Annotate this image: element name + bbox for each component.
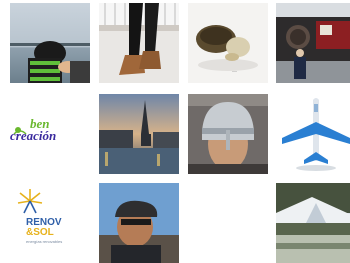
photo-man-silver-helmet-image [188, 94, 268, 174]
photo-boots-on-bench[interactable] [99, 3, 179, 83]
svg-text:—: — [232, 69, 237, 75]
photo-man-silver-helmet[interactable] [188, 94, 268, 174]
photo-church-canal-dusk-image [99, 94, 179, 174]
photo-pavilion-roof[interactable] [276, 183, 350, 263]
svg-text:&SOL: &SOL [26, 227, 54, 238]
logo-renov-sol[interactable]: RENOV &SOL energías renovables [10, 183, 90, 263]
logo-renov-sol-image: RENOV &SOL energías renovables [10, 183, 90, 263]
airplane-icon-image [276, 94, 350, 174]
photo-man-with-locomotive[interactable] [276, 3, 350, 83]
photo-man-with-locomotive-image [276, 3, 350, 83]
photo-child-by-water-image [10, 3, 90, 83]
logo-ben-creacion[interactable]: ben creación [10, 94, 90, 174]
photo-pavilion-roof-image [276, 183, 350, 263]
logo-ben-creacion-image: ben creación [10, 94, 90, 174]
photo-man-in-cap[interactable] [99, 183, 179, 263]
photo-child-by-water[interactable] [10, 3, 90, 83]
airplane-icon[interactable] [276, 94, 350, 174]
photo-turtle-pastry-image: — [188, 3, 268, 83]
photo-man-in-cap-image [99, 183, 179, 263]
svg-text:energías renovables: energías renovables [26, 239, 62, 244]
photo-boots-on-bench-image [99, 3, 179, 83]
photo-church-canal-dusk[interactable] [99, 94, 179, 174]
photo-turtle-pastry[interactable]: — [188, 3, 268, 83]
